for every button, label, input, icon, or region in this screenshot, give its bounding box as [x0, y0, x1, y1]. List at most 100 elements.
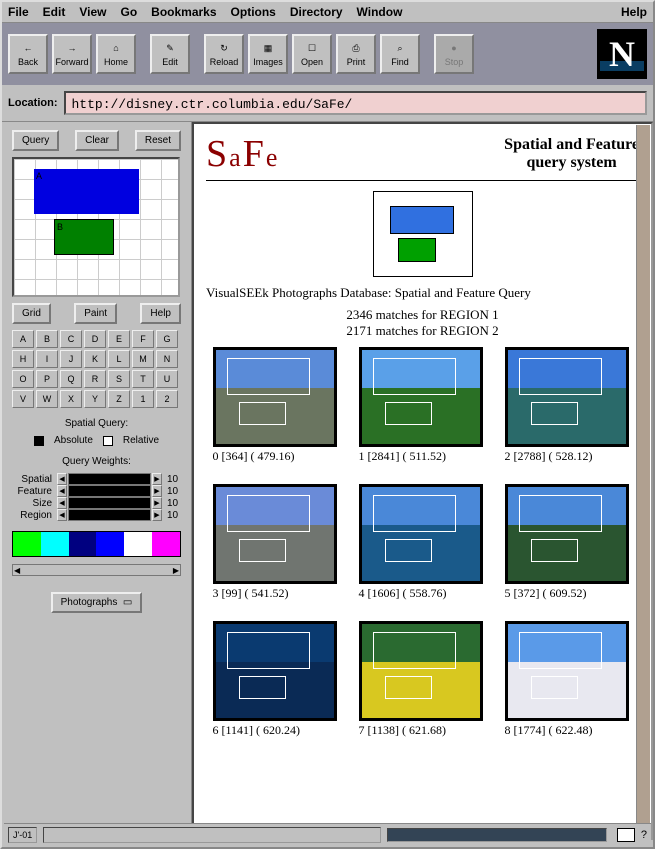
letter-K[interactable]: K	[84, 350, 106, 368]
color-swatch[interactable]	[41, 532, 69, 556]
letter-2[interactable]: 2	[156, 390, 178, 408]
help-button[interactable]: Help	[140, 303, 181, 324]
database-select[interactable]: Photographs ▭	[51, 592, 143, 613]
weight-label: Feature	[12, 486, 52, 497]
result-thumbnail[interactable]	[505, 347, 629, 447]
color-palette[interactable]	[12, 531, 181, 557]
reset-button[interactable]: Reset	[135, 130, 181, 151]
result-item[interactable]: 4 [1606] ( 558.76)	[359, 484, 487, 601]
letter-M[interactable]: M	[132, 350, 154, 368]
result-item[interactable]: 6 [1141] ( 620.24)	[213, 621, 341, 738]
letter-1[interactable]: 1	[132, 390, 154, 408]
letter-Z[interactable]: Z	[108, 390, 130, 408]
result-thumbnail[interactable]	[359, 484, 483, 584]
radio-absolute[interactable]	[34, 436, 44, 446]
radio-relative[interactable]	[103, 436, 113, 446]
letter-B[interactable]: B	[36, 330, 58, 348]
result-item[interactable]: 1 [2841] ( 511.52)	[359, 347, 487, 464]
result-item[interactable]: 5 [372] ( 609.52)	[505, 484, 633, 601]
letter-F[interactable]: F	[132, 330, 154, 348]
color-swatch[interactable]	[124, 532, 152, 556]
letter-L[interactable]: L	[108, 350, 130, 368]
edit-button[interactable]: ✎Edit	[150, 34, 190, 74]
letter-G[interactable]: G	[156, 330, 178, 348]
print-button[interactable]: ⎙Print	[336, 34, 376, 74]
letter-J[interactable]: J	[60, 350, 82, 368]
result-thumbnail[interactable]	[213, 621, 337, 721]
letter-X[interactable]: X	[60, 390, 82, 408]
query-button[interactable]: Query	[12, 130, 59, 151]
grid-button[interactable]: Grid	[12, 303, 51, 324]
region-b[interactable]: B	[54, 219, 114, 255]
menu-file[interactable]: File	[8, 5, 29, 19]
security-icon: ?	[641, 829, 647, 841]
letter-C[interactable]: C	[60, 330, 82, 348]
letter-N[interactable]: N	[156, 350, 178, 368]
menu-help[interactable]: Help	[621, 5, 647, 19]
letter-R[interactable]: R	[84, 370, 106, 388]
letter-Q[interactable]: Q	[60, 370, 82, 388]
mail-icon[interactable]	[617, 828, 635, 842]
result-thumbnail[interactable]	[359, 347, 483, 447]
progress-bar	[387, 828, 607, 842]
result-item[interactable]: 8 [1774] ( 622.48)	[505, 621, 633, 738]
menu-bookmarks[interactable]: Bookmarks	[151, 5, 216, 19]
result-item[interactable]: 2 [2788] ( 528.12)	[505, 347, 633, 464]
result-thumbnail[interactable]	[359, 621, 483, 721]
menu-window[interactable]: Window	[357, 5, 403, 19]
weight-slider-region[interactable]: ◀▶	[68, 509, 151, 521]
letter-V[interactable]: V	[12, 390, 34, 408]
find-button[interactable]: ⌕Find	[380, 34, 420, 74]
letter-T[interactable]: T	[132, 370, 154, 388]
menu-options[interactable]: Options	[231, 5, 276, 19]
color-swatch[interactable]	[152, 532, 180, 556]
result-thumbnail[interactable]	[505, 484, 629, 584]
weight-slider-size[interactable]: ◀▶	[68, 497, 151, 509]
reload-button[interactable]: ↻ Reload	[204, 34, 244, 74]
clear-button[interactable]: Clear	[75, 130, 119, 151]
menu-directory[interactable]: Directory	[290, 5, 343, 19]
weight-slider-spatial[interactable]: ◀▶	[68, 473, 151, 485]
toolbar-label: Find	[391, 57, 409, 67]
weight-slider-feature[interactable]: ◀▶	[68, 485, 151, 497]
palette-scrollbar[interactable]: ◀▶	[12, 564, 181, 576]
result-thumbnail[interactable]	[213, 347, 337, 447]
menu-edit[interactable]: Edit	[43, 5, 66, 19]
content-scrollbar[interactable]	[636, 125, 650, 837]
color-swatch[interactable]	[96, 532, 124, 556]
letter-E[interactable]: E	[108, 330, 130, 348]
query-canvas[interactable]: A B	[12, 157, 180, 297]
toolbar-label: Reload	[210, 57, 239, 67]
color-swatch[interactable]	[13, 532, 41, 556]
toolbar-label: Forward	[55, 57, 88, 67]
result-item[interactable]: 7 [1138] ( 621.68)	[359, 621, 487, 738]
letter-H[interactable]: H	[12, 350, 34, 368]
open-button[interactable]: ☐Open	[292, 34, 332, 74]
reload-icon: ↻	[216, 41, 232, 55]
home-button[interactable]: ⌂Home	[96, 34, 136, 74]
letter-W[interactable]: W	[36, 390, 58, 408]
letter-A[interactable]: A	[12, 330, 34, 348]
letter-O[interactable]: O	[12, 370, 34, 388]
menu-go[interactable]: Go	[120, 5, 137, 19]
result-thumbnail[interactable]	[213, 484, 337, 584]
letter-I[interactable]: I	[36, 350, 58, 368]
color-swatch[interactable]	[69, 532, 97, 556]
paint-button[interactable]: Paint	[74, 303, 117, 324]
result-caption: 7 [1138] ( 621.68)	[359, 723, 487, 738]
letter-D[interactable]: D	[84, 330, 106, 348]
letter-S[interactable]: S	[108, 370, 130, 388]
images-button[interactable]: ▦Images	[248, 34, 288, 74]
letter-P[interactable]: P	[36, 370, 58, 388]
radio-relative-label: Relative	[123, 435, 159, 446]
result-thumbnail[interactable]	[505, 621, 629, 721]
letter-Y[interactable]: Y	[84, 390, 106, 408]
letter-U[interactable]: U	[156, 370, 178, 388]
back-button[interactable]: ←Back	[8, 34, 48, 74]
location-input[interactable]: http://disney.ctr.columbia.edu/SaFe/	[64, 91, 648, 115]
region-a[interactable]: A	[34, 169, 139, 214]
result-item[interactable]: 3 [99] ( 541.52)	[213, 484, 341, 601]
forward-button[interactable]: →Forward	[52, 34, 92, 74]
result-item[interactable]: 0 [364] ( 479.16)	[213, 347, 341, 464]
menu-view[interactable]: View	[79, 5, 106, 19]
